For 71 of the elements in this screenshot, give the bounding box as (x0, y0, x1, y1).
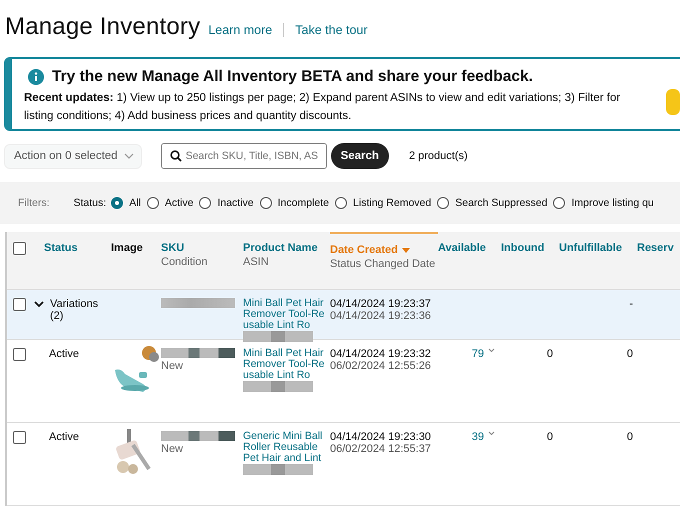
radio-label[interactable]: Improve listing qu (571, 197, 654, 209)
radio-button[interactable] (335, 197, 348, 209)
status-text: Variations (2) (50, 298, 100, 322)
redacted-asin (243, 331, 313, 342)
radio-label[interactable]: Listing Removed (353, 197, 432, 209)
checkbox[interactable] (13, 431, 26, 444)
column-subheader: ASIN (243, 256, 270, 268)
radio-label[interactable]: Search Suppressed (455, 197, 548, 209)
radio-button[interactable] (199, 197, 212, 209)
radio-button[interactable] (111, 197, 124, 209)
radio-button[interactable] (146, 197, 159, 209)
radio-label[interactable]: Incomplete (278, 197, 330, 209)
status-text: Active (49, 348, 79, 360)
search-button[interactable]: Search (330, 143, 389, 169)
status-date: 06/02/2024 12:55:26 (330, 360, 432, 372)
available-count[interactable]: 39 (472, 431, 484, 443)
checkbox[interactable] (13, 298, 26, 311)
radio-label[interactable]: Inactive (217, 197, 254, 209)
date-created: 04/14/2024 19:23:32 (330, 348, 432, 360)
chevron-icon[interactable] (34, 301, 44, 308)
redacted-asin (243, 464, 313, 475)
column-header[interactable]: Reserv (637, 242, 680, 254)
filters-label: Filters: (18, 197, 50, 209)
inbound-count: 0 (546, 431, 553, 443)
page-title: Manage Inventory (5, 13, 200, 41)
column-header[interactable]: Status (44, 242, 111, 254)
product-link[interactable]: Mini Ball Pet Hair Remover Tool-Reusable Lint Ro (243, 348, 327, 381)
column-header[interactable]: Product Name (243, 242, 330, 254)
column-header[interactable]: Image (111, 242, 161, 254)
action-dropdown[interactable]: Action on 0 selected (4, 144, 142, 168)
condition-text: New (161, 443, 184, 455)
info-icon (28, 69, 44, 85)
caret-icon (488, 348, 495, 353)
column-header[interactable]: Inbound (501, 242, 559, 254)
banner-text: Recent updates: 1) View up to 250 listings per page; 2) Expand parent ASINs to view and edit variations; 3) Filter for listing conditions; 4) Add business prices and quantity discounts. (24, 91, 622, 124)
redacted-asin (243, 381, 313, 392)
date-created: 04/14/2024 19:23:37 (330, 298, 432, 310)
header-link[interactable]: Take the tour (295, 23, 368, 37)
column-header[interactable]: Unfulfillable (559, 242, 637, 254)
column-subheader: Status Changed Date (330, 258, 436, 270)
radio-button[interactable] (437, 197, 450, 209)
product-count: 2 product(s) (408, 150, 468, 162)
radio-button[interactable] (260, 197, 272, 209)
search-field[interactable]: Search SKU, Title, ISBN, AS (160, 143, 327, 169)
status-label: Status: (74, 197, 106, 209)
condition-text: New (161, 360, 184, 372)
unfulfillable-count: 0 (626, 431, 633, 443)
column-header[interactable]: Available (438, 242, 501, 254)
status-text: Active (49, 431, 79, 443)
product-link[interactable]: Generic Mini Ball Roller Reusable Pet Hair and Lint (243, 431, 327, 464)
unfulfillable-count: - (629, 298, 633, 310)
inbound-count: 0 (546, 348, 553, 360)
caret-icon (488, 431, 495, 436)
radio-label[interactable]: All (129, 197, 141, 209)
product-link[interactable]: Mini Ball Pet Hair Remover Tool-Reusable Lint Ro (243, 298, 327, 331)
checkbox[interactable] (13, 348, 26, 361)
status-date: 06/02/2024 12:55:37 (330, 443, 432, 455)
available-count[interactable]: 79 (472, 348, 484, 360)
sort-caret-icon (402, 248, 410, 252)
date-created: 04/14/2024 19:23:30 (330, 431, 432, 443)
banner-heading: Try the new Manage All Inventory BETA and share your feedback. (52, 68, 533, 86)
caret-icon (124, 153, 134, 159)
search-icon (170, 150, 182, 162)
checkbox[interactable] (13, 242, 26, 255)
radio-button[interactable] (553, 197, 566, 209)
column-header[interactable]: SKU (161, 242, 243, 254)
header-link[interactable]: Learn more (208, 23, 272, 37)
unfulfillable-count: 0 (626, 348, 633, 360)
radio-label[interactable]: Active (164, 197, 194, 209)
column-subheader: Condition (161, 256, 208, 268)
status-date: 04/14/2024 19:23:36 (330, 310, 432, 322)
